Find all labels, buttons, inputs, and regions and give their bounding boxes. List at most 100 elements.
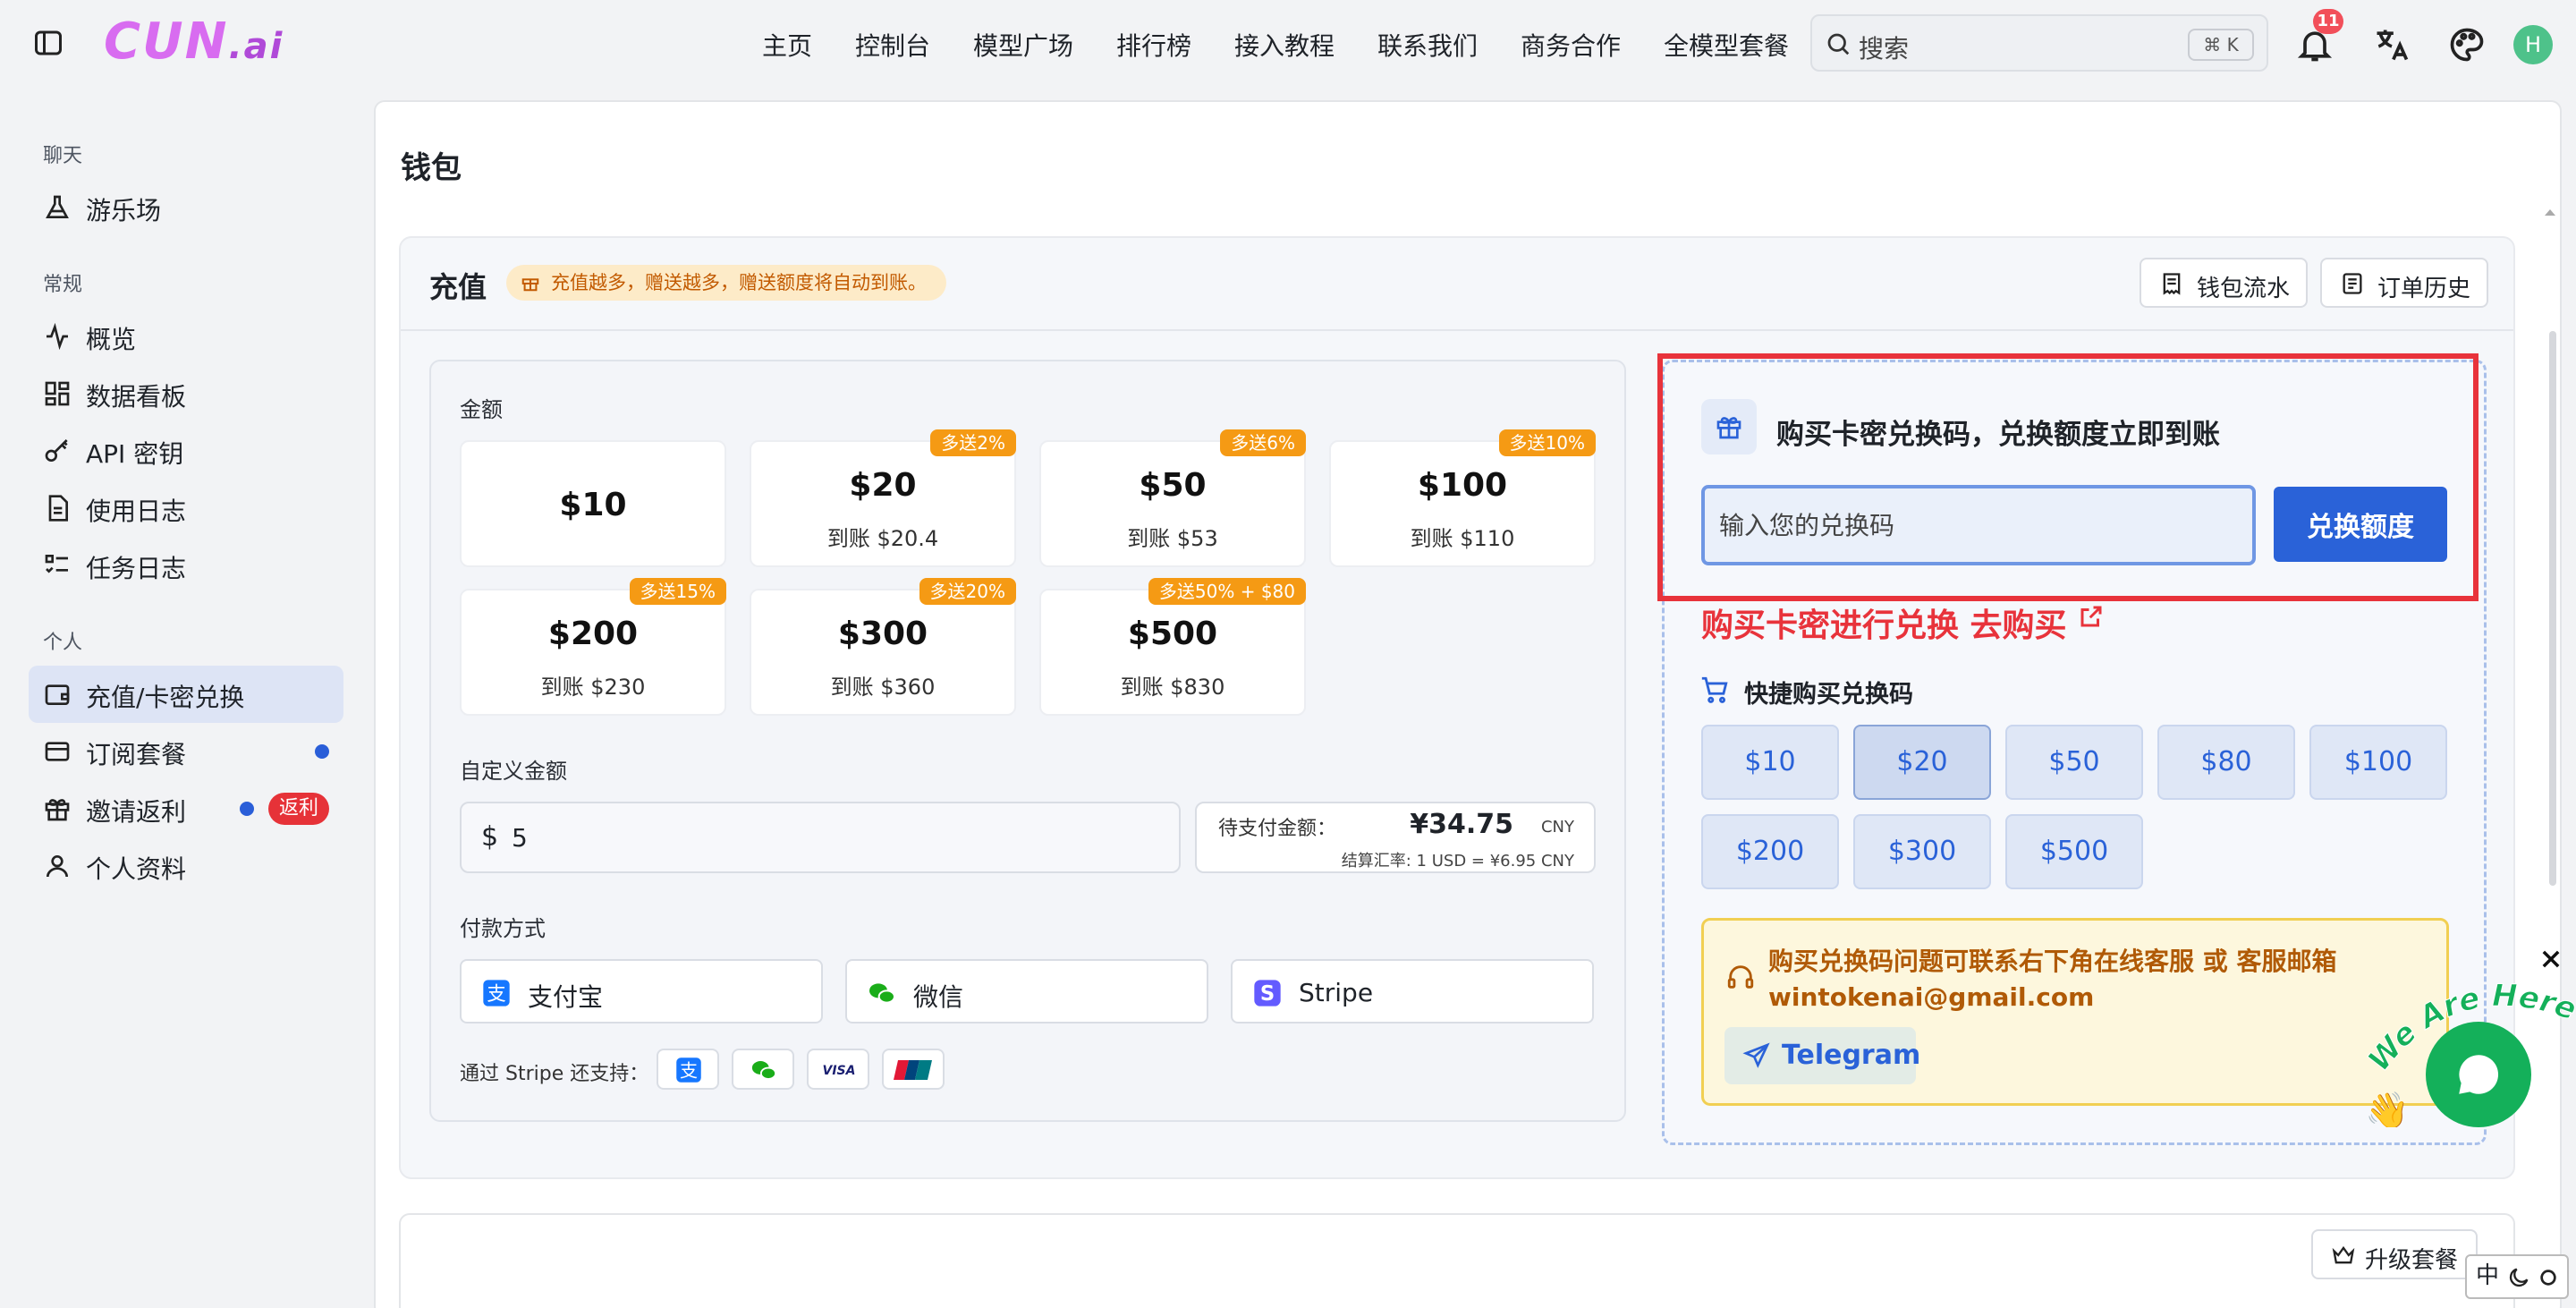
nav-leaderboard[interactable]: 排行榜 xyxy=(1116,27,1191,63)
subscription-card xyxy=(399,1213,2515,1308)
nav-all-models-plan[interactable]: 全模型套餐 xyxy=(1664,27,1789,63)
amount-option-200[interactable]: $200 到账 $230 多送15% xyxy=(460,578,726,716)
order-history-button[interactable]: 订单历史 xyxy=(2320,258,2488,308)
redeem-code-field[interactable] xyxy=(1719,505,2238,546)
amount-credit: 到账 $230 xyxy=(540,675,646,700)
logo[interactable]: CUN.ai xyxy=(104,13,284,71)
sidebar-item-profile[interactable]: 个人资料 xyxy=(29,837,343,895)
external-link-icon xyxy=(2080,606,2102,627)
gift-icon xyxy=(521,278,539,292)
chat-button[interactable] xyxy=(2426,1022,2531,1127)
visa-icon: VISA xyxy=(823,1064,856,1078)
buy-code-link-text: 购买卡密进行兑换 去购买 xyxy=(1701,607,2067,644)
amount-option-100[interactable]: $100 到账 $110 多送10% xyxy=(1329,429,1596,567)
sidebar-item-overview[interactable]: 概览 xyxy=(29,308,343,365)
sidebar-item-playground[interactable]: 游乐场 xyxy=(29,179,343,236)
amount-option-20[interactable]: $20 到账 $20.4 多送2% xyxy=(750,429,1016,567)
redeem-gift-badge xyxy=(1701,399,1757,454)
section-title-general: 常规 xyxy=(43,274,83,296)
history-icon xyxy=(2343,273,2362,294)
quick-buy-500[interactable]: $500 xyxy=(2005,814,2143,889)
subscription-dot xyxy=(315,744,329,759)
pay-stripe[interactable]: S Stripe xyxy=(1231,959,1594,1023)
sidebar-item-label: 订阅套餐 xyxy=(86,740,187,769)
search-input[interactable]: 搜索 ⌘ K xyxy=(1810,14,2268,72)
amount-option-50[interactable]: $50 到账 $53 多送6% xyxy=(1039,429,1306,567)
unionpay-icon xyxy=(894,1060,932,1080)
nav-contact[interactable]: 联系我们 xyxy=(1377,27,1478,63)
quick-buy-title: 快捷购买兑换码 xyxy=(1744,681,1913,709)
exchange-rate: 结算汇率: 1 USD = ¥6.95 CNY xyxy=(1341,852,1574,871)
sidebar-item-label: 任务日志 xyxy=(86,554,187,583)
buy-code-link[interactable]: 购买卡密进行兑换 去购买 xyxy=(1701,599,2105,646)
page-title: 钱包 xyxy=(401,150,462,186)
translate-icon[interactable] xyxy=(2372,25,2411,64)
avatar[interactable]: H xyxy=(2513,25,2553,64)
send-icon xyxy=(1742,1042,1770,1068)
wallet-flow-button[interactable]: 钱包流水 xyxy=(2140,258,2308,308)
support-email[interactable]: wintokenai@gmail.com xyxy=(1768,980,2337,1015)
telegram-button[interactable]: Telegram xyxy=(1724,1027,1920,1084)
pay-method-label: 支付宝 xyxy=(528,982,604,1012)
bonus-tag: 多送15% xyxy=(629,578,726,605)
upgrade-plan-button[interactable]: 升级套餐 xyxy=(2311,1229,2478,1279)
quick-buy-20[interactable]: $20 xyxy=(1853,725,1991,800)
quick-buy-300[interactable]: $300 xyxy=(1853,814,1991,889)
pay-alipay[interactable]: 支 支付宝 xyxy=(460,959,823,1023)
svg-text:支: 支 xyxy=(487,983,505,1006)
ime-text: 中 xyxy=(2476,1262,2500,1289)
amount-credit: 到账 $110 xyxy=(1410,526,1515,551)
sidebar-item-task-log[interactable]: 任务日志 xyxy=(29,537,343,594)
flask-icon xyxy=(46,195,69,218)
nav-model-square[interactable]: 模型广场 xyxy=(973,27,1073,63)
amount-value: $200 xyxy=(547,616,639,652)
key-icon xyxy=(45,439,68,462)
quick-buy-200[interactable]: $200 xyxy=(1701,814,1839,889)
sidebar-item-label: 充值/卡密兑换 xyxy=(86,683,245,712)
amount-option-500[interactable]: $500 到账 $830 多送50% + $80 xyxy=(1039,578,1306,716)
amount-option-300[interactable]: $300 到账 $360 多送20% xyxy=(750,578,1016,716)
cart-icon xyxy=(1701,676,1728,703)
ime-indicator[interactable]: 中 xyxy=(2465,1254,2569,1299)
sidebar-item-subscription[interactable]: 订阅套餐 xyxy=(29,723,343,780)
nav-business[interactable]: 商务合作 xyxy=(1521,27,1621,63)
wechat-icon xyxy=(869,983,895,1004)
quick-buy-10[interactable]: $10 xyxy=(1701,725,1839,800)
palette-icon[interactable] xyxy=(2447,25,2487,64)
redeem-button[interactable]: 兑换额度 xyxy=(2274,487,2447,562)
nav-home[interactable]: 主页 xyxy=(762,27,812,63)
nav-console[interactable]: 控制台 xyxy=(855,27,930,63)
sidebar-toggle-icon[interactable] xyxy=(32,27,64,59)
scrollbar[interactable] xyxy=(2547,206,2558,895)
custom-amount-input[interactable]: $ 5 xyxy=(460,802,1181,873)
sidebar-item-recharge[interactable]: 充值/卡密兑换 xyxy=(29,666,343,723)
close-icon[interactable] xyxy=(2538,947,2563,972)
notification-badge: 11 xyxy=(2313,9,2343,34)
search-placeholder: 搜索 xyxy=(1859,34,1910,64)
wechat-icon xyxy=(751,1061,777,1080)
nav-tutorial[interactable]: 接入教程 xyxy=(1234,27,1335,63)
quick-buy-100[interactable]: $100 xyxy=(2309,725,2447,800)
sidebar-item-api-keys[interactable]: API 密钥 xyxy=(29,422,343,480)
sidebar-item-usage-log[interactable]: 使用日志 xyxy=(29,480,343,537)
sidebar-item-dashboard[interactable]: 数据看板 xyxy=(29,365,343,422)
stripe-support-label: 通过 Stripe 还支持： xyxy=(460,1063,649,1085)
activity-icon xyxy=(47,322,68,351)
circle-icon xyxy=(2540,1270,2556,1286)
quick-buy-80[interactable]: $80 xyxy=(2157,725,2295,800)
custom-amount-value: 5 xyxy=(512,823,528,853)
quick-buy-50[interactable]: $50 xyxy=(2005,725,2143,800)
redeem-title: 购买卡密兑换码，兑换额度立即到账 xyxy=(1776,419,2220,451)
top-bar: CUN.ai 主页 控制台 模型广场 排行榜 接入教程 联系我们 商务合作 全模… xyxy=(0,0,2576,89)
amount-value: $500 xyxy=(1127,616,1218,652)
redeem-code-input[interactable] xyxy=(1701,485,2256,565)
stripe-unionpay xyxy=(882,1049,945,1090)
alipay-icon: 支 xyxy=(483,980,510,1006)
amount-value: $100 xyxy=(1417,467,1508,504)
notice-line-1: 购买兑换码问题可联系右下角在线客服 或 客服邮箱 xyxy=(1768,947,2337,976)
scroll-up-icon[interactable] xyxy=(2544,208,2556,217)
stripe-wechat xyxy=(732,1049,794,1090)
amount-option-10[interactable]: $10 xyxy=(460,440,726,567)
pay-wechat[interactable]: 微信 xyxy=(845,959,1208,1023)
wallet-flow-label: 钱包流水 xyxy=(2197,276,2291,302)
